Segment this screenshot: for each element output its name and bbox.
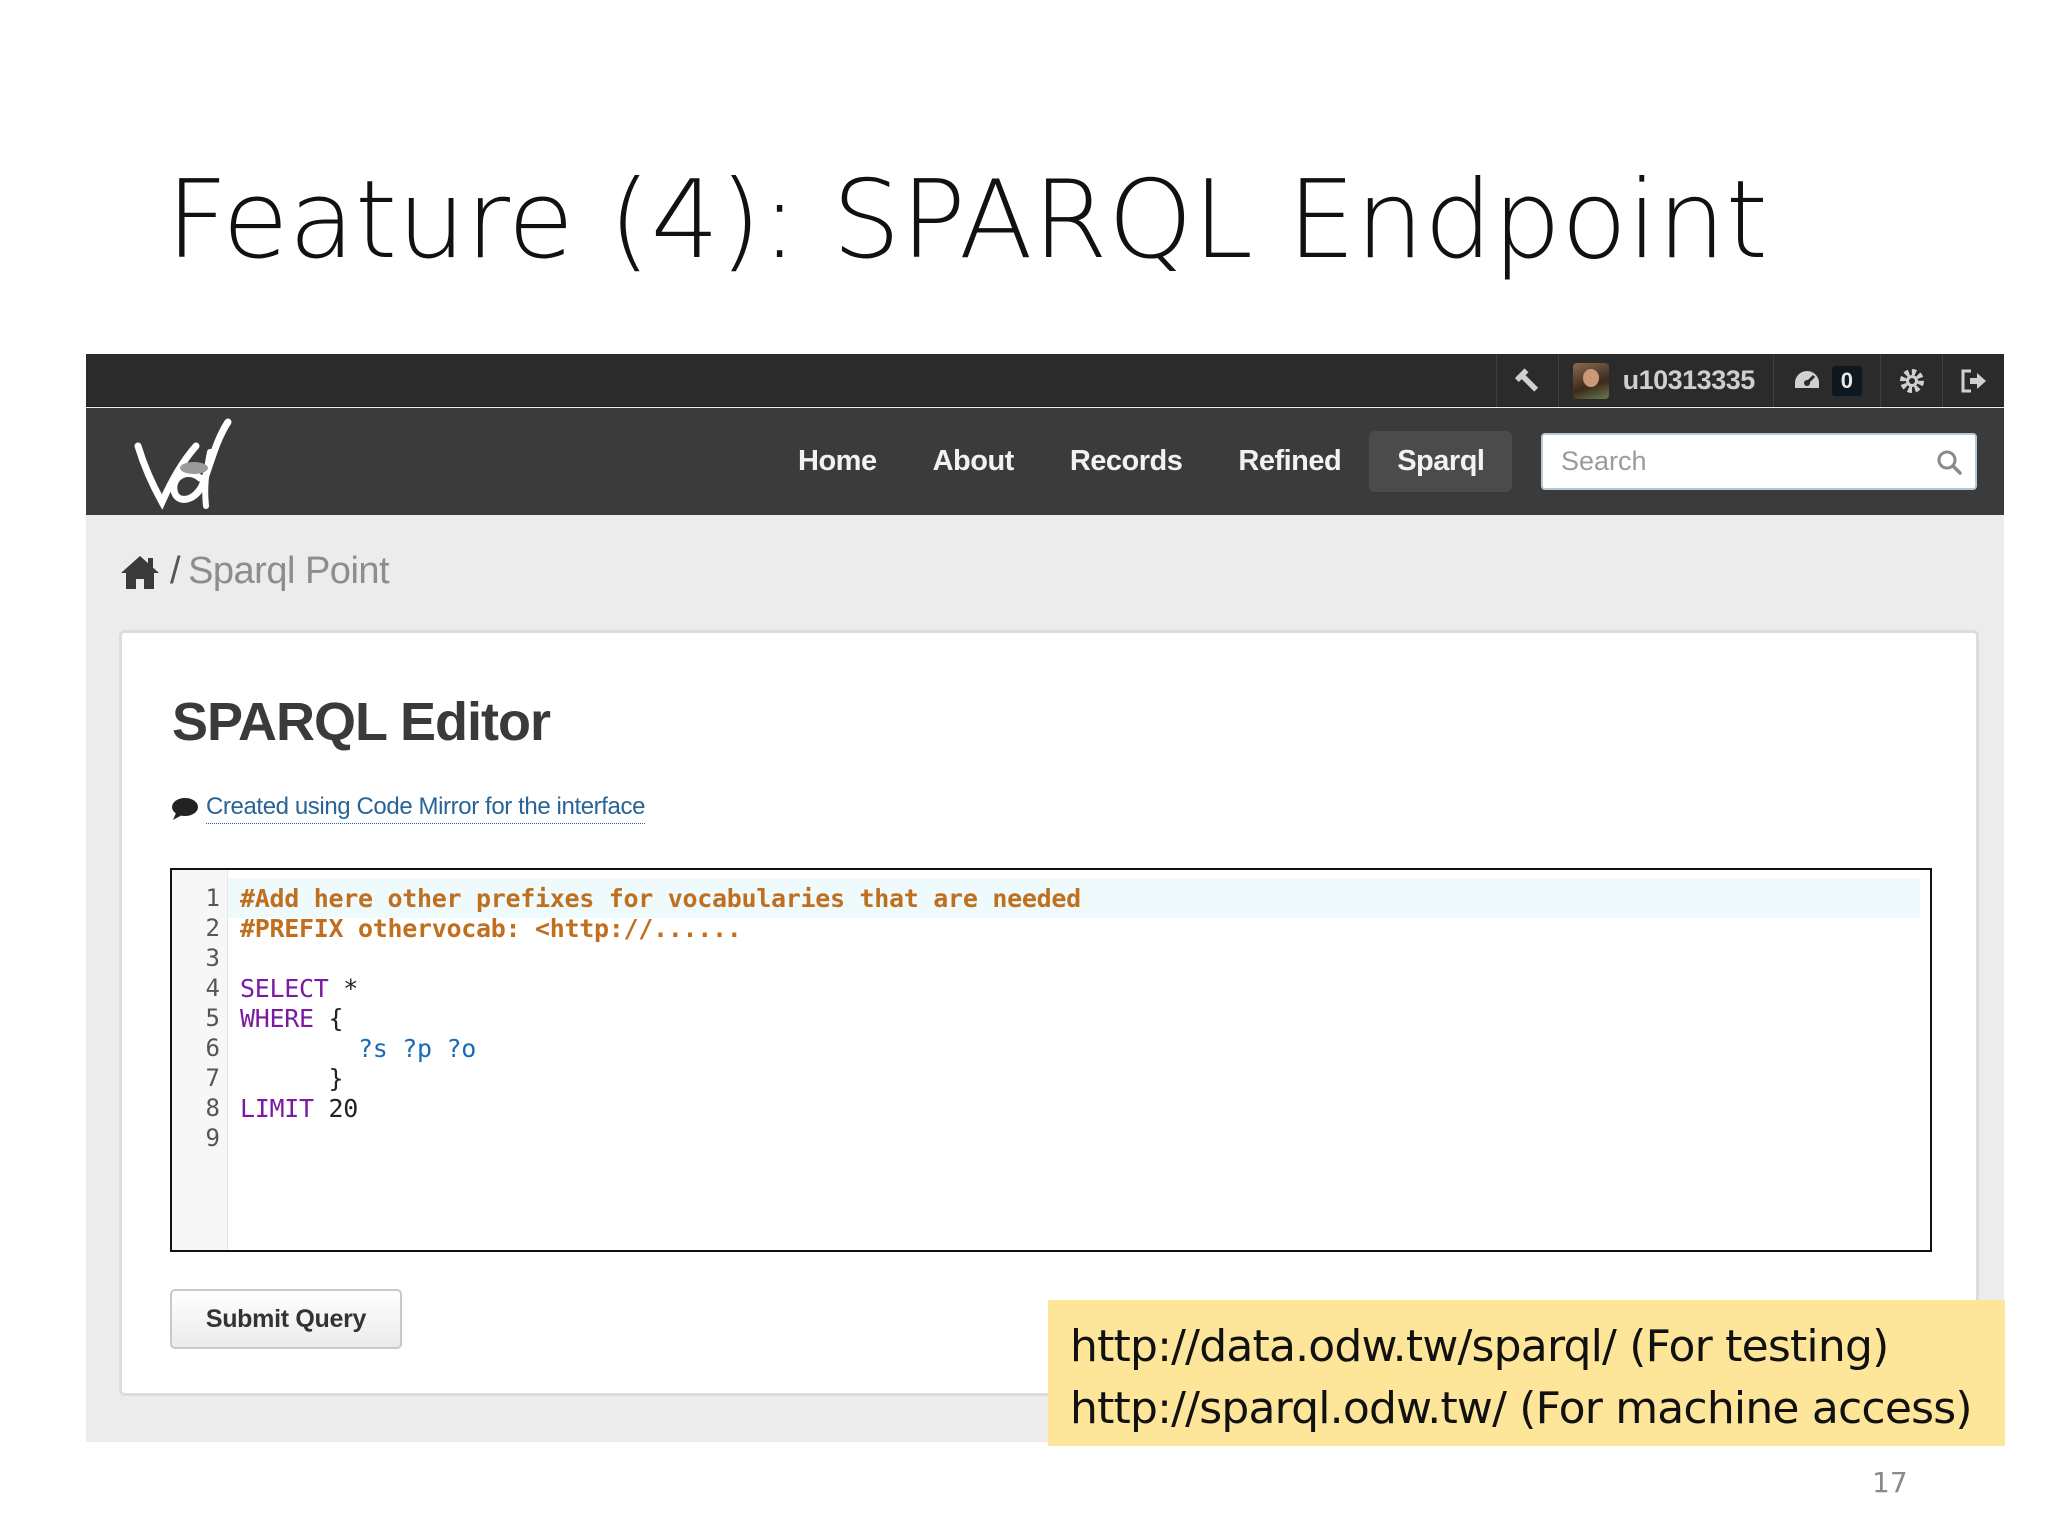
slide-title: Feature (4): SPARQL Endpoint (166, 158, 1769, 283)
dashboard-icon (1794, 370, 1819, 388)
code-line[interactable]: 9 (172, 1118, 1930, 1158)
nav-refined[interactable]: Refined (1210, 431, 1369, 492)
nav-links: Home About Records Refined Sparql (770, 408, 1513, 515)
app-screenshot: u10313335 0 Home About Records Refined S… (86, 354, 2004, 1442)
search-input[interactable] (1561, 446, 1935, 477)
endpoint-callout: http://data.odw.tw/sparql/ (For testing)… (1048, 1300, 2005, 1446)
avatar (1572, 362, 1609, 399)
hammer-icon (1514, 367, 1538, 392)
sign-out-icon (1961, 369, 1986, 392)
notification-badge: 0 (1831, 365, 1862, 396)
code-mirror-link[interactable]: Created using Code Mirror for the interf… (206, 793, 645, 824)
sign-out-button[interactable] (1942, 354, 2004, 407)
settings-button[interactable] (1880, 354, 1942, 407)
line-number: 9 (205, 1124, 220, 1152)
editor-note: Created using Code Mirror for the interf… (170, 793, 645, 824)
gear-icon (1899, 368, 1924, 393)
page-number: 17 (1872, 1466, 1908, 1499)
breadcrumb: / Sparql Point (118, 550, 390, 593)
search-icon[interactable] (1935, 448, 1963, 476)
site-logo[interactable] (130, 416, 246, 512)
username: u10313335 (1622, 365, 1756, 395)
dashboard-button[interactable]: 0 (1772, 354, 1880, 407)
user-menu[interactable]: u10313335 (1557, 354, 1773, 407)
nav-home[interactable]: Home (770, 431, 905, 492)
top-utility-bar: u10313335 0 (86, 354, 2004, 407)
comment-icon (172, 797, 198, 820)
breadcrumb-separator: / (170, 550, 181, 592)
callout-line-machine: http://sparql.odw.tw/ (For machine acces… (1070, 1383, 1973, 1434)
sparql-editor-panel: SPARQL Editor Created using Code Mirror … (119, 630, 1979, 1396)
callout-line-testing: http://data.odw.tw/sparql/ (For testing) (1070, 1321, 1889, 1372)
tools-button[interactable] (1495, 354, 1558, 407)
sparql-code-editor[interactable]: 1 #Add here other prefixes for vocabular… (170, 868, 1932, 1252)
panel-title: SPARQL Editor (172, 692, 551, 752)
search-box (1541, 433, 1977, 490)
submit-query-button[interactable]: Submit Query (170, 1289, 402, 1349)
main-navbar: Home About Records Refined Sparql (86, 408, 2004, 515)
nav-about[interactable]: About (905, 431, 1042, 492)
nav-sparql[interactable]: Sparql (1369, 431, 1513, 492)
nav-records[interactable]: Records (1042, 431, 1211, 492)
breadcrumb-current: Sparql Point (188, 550, 390, 592)
home-icon[interactable] (118, 553, 162, 591)
